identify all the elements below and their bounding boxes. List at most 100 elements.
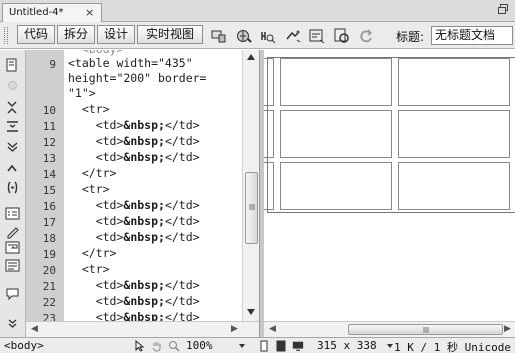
code-text: <tr> (68, 182, 110, 196)
grip-icon (249, 204, 255, 210)
code-line: <tr> (68, 102, 110, 116)
chevron-down-icon[interactable] (236, 340, 248, 352)
collapse-full-tag-icon[interactable] (5, 100, 20, 115)
scroll-right-icon[interactable]: ▶ (504, 324, 511, 334)
line-number: 10 (42, 104, 56, 117)
browser-preview-icon[interactable] (236, 28, 252, 44)
tablet-size-icon[interactable] (275, 340, 287, 352)
word-wrap-icon[interactable] (5, 240, 20, 255)
line-numbers-icon[interactable] (5, 206, 20, 221)
code-line: height="200" border= (68, 71, 206, 85)
mobile-size-icon[interactable] (258, 340, 270, 352)
code-line: <td>&nbsp;</td> (68, 150, 200, 164)
scroll-down-icon[interactable] (247, 309, 255, 315)
scroll-thumb[interactable] (348, 324, 503, 335)
code-line: <td>&nbsp;</td> (68, 230, 200, 244)
line-number: 14 (42, 168, 56, 181)
debug-icon[interactable] (285, 28, 301, 44)
line-number-gutter: 9 10 11 12 13 14 15 16 17 18 19 20 21 22… (26, 50, 64, 321)
restore-window-icon[interactable] (498, 4, 508, 14)
design-horizontal-scrollbar[interactable]: ◀ ▶ (264, 321, 515, 337)
close-tab-button[interactable]: × (85, 6, 94, 19)
line-number: 9 (49, 58, 56, 71)
code-text: </td> (164, 150, 200, 164)
line-number: 12 (42, 136, 56, 149)
highlight-invalid-code-icon[interactable] (5, 224, 20, 239)
document-tab[interactable]: Untitled-4* × (2, 3, 102, 22)
code-line: <td>&nbsp;</td> (68, 198, 200, 212)
document-tab-bar: Untitled-4* × (0, 0, 515, 22)
code-view-button[interactable]: 代码 (17, 25, 55, 44)
split-view-button[interactable]: 拆分 (57, 25, 95, 44)
code-horizontal-scrollbar[interactable]: ◀ ▶ (26, 321, 259, 337)
table-cell[interactable] (398, 162, 510, 210)
code-entity: &nbsp; (123, 278, 165, 292)
more-tools-icon[interactable] (5, 316, 20, 331)
code-line: <td>&nbsp;</td> (68, 118, 200, 132)
code-line: <td>&nbsp;</td> (68, 294, 200, 308)
design-view[interactable] (264, 50, 515, 321)
zoom-level[interactable]: 100% (186, 339, 213, 352)
scroll-up-icon[interactable] (247, 54, 255, 60)
desktop-size-icon[interactable] (292, 340, 304, 352)
code-vertical-scrollbar[interactable] (242, 50, 259, 321)
table-cell[interactable] (280, 110, 392, 158)
code-entity: &nbsp; (123, 214, 165, 228)
expand-all-icon[interactable] (5, 138, 20, 153)
design-view-button[interactable]: 设计 (97, 25, 135, 44)
scroll-right-icon[interactable]: ▶ (231, 324, 238, 334)
scroll-left-icon[interactable]: ◀ (269, 324, 276, 334)
document-title-label: 标题: (396, 30, 425, 44)
scroll-thumb[interactable] (245, 172, 258, 244)
apply-comment-icon[interactable] (5, 286, 20, 301)
refresh-icon[interactable] (358, 28, 374, 44)
file-management-icon[interactable] (260, 28, 276, 44)
table-cell[interactable] (264, 162, 274, 210)
multiscreen-icon[interactable] (211, 28, 227, 44)
table-cell[interactable] (264, 58, 274, 106)
syntax-error-alerts-icon[interactable] (5, 258, 20, 273)
coding-toolbar (0, 50, 26, 337)
code-editor[interactable]: <body> <table width="435" height="200" b… (64, 50, 242, 321)
live-view-button[interactable]: 实时视图 (137, 25, 203, 44)
balance-braces-icon[interactable] (5, 180, 20, 195)
code-entity: &nbsp; (123, 150, 165, 164)
table-cell[interactable] (398, 58, 510, 106)
code-text: <td> (68, 310, 124, 321)
code-text: height="200" border= (68, 71, 207, 85)
code-text: </tr> (68, 166, 117, 180)
tag-selector[interactable]: <body> (4, 339, 44, 352)
code-text: <td> (68, 214, 124, 228)
zoom-tool-icon[interactable] (168, 340, 180, 352)
scroll-left-icon[interactable]: ◀ (31, 324, 38, 334)
select-parent-tag-icon[interactable] (5, 162, 20, 177)
design-table[interactable] (264, 57, 515, 213)
hand-tool-icon[interactable] (151, 340, 163, 352)
code-entity: &nbsp; (123, 310, 165, 321)
code-text: <td> (68, 278, 124, 292)
line-number: 20 (42, 264, 56, 277)
code-text: <td> (68, 198, 124, 212)
table-cell[interactable] (264, 110, 274, 158)
table-cell[interactable] (280, 58, 392, 106)
code-entity: &nbsp; (123, 198, 165, 212)
document-title-input[interactable]: 无标题文档 (431, 26, 513, 45)
table-cell[interactable] (280, 162, 392, 210)
code-text: </td> (164, 230, 200, 244)
code-line: <td>&nbsp;</td> (68, 134, 200, 148)
code-text: </td> (164, 294, 200, 308)
table-cell[interactable] (398, 110, 510, 158)
line-number: 21 (42, 280, 56, 293)
line-number: 17 (42, 216, 56, 229)
toolbar-grip[interactable] (4, 27, 8, 44)
code-line: <td>&nbsp;</td> (68, 214, 200, 228)
window-size[interactable]: 315 x 338 (317, 339, 377, 352)
visual-aids-icon[interactable] (309, 28, 325, 44)
code-text: </tr> (68, 246, 117, 260)
validate-markup-icon[interactable] (334, 28, 350, 44)
select-tool-icon[interactable] (134, 340, 146, 352)
show-code-navigator-icon[interactable] (5, 78, 20, 93)
open-documents-icon[interactable] (5, 58, 20, 73)
collapse-selection-icon[interactable] (5, 119, 20, 134)
document-toolbar: 代码 拆分 设计 实时视图 标题: 无标题文档 (0, 22, 515, 49)
